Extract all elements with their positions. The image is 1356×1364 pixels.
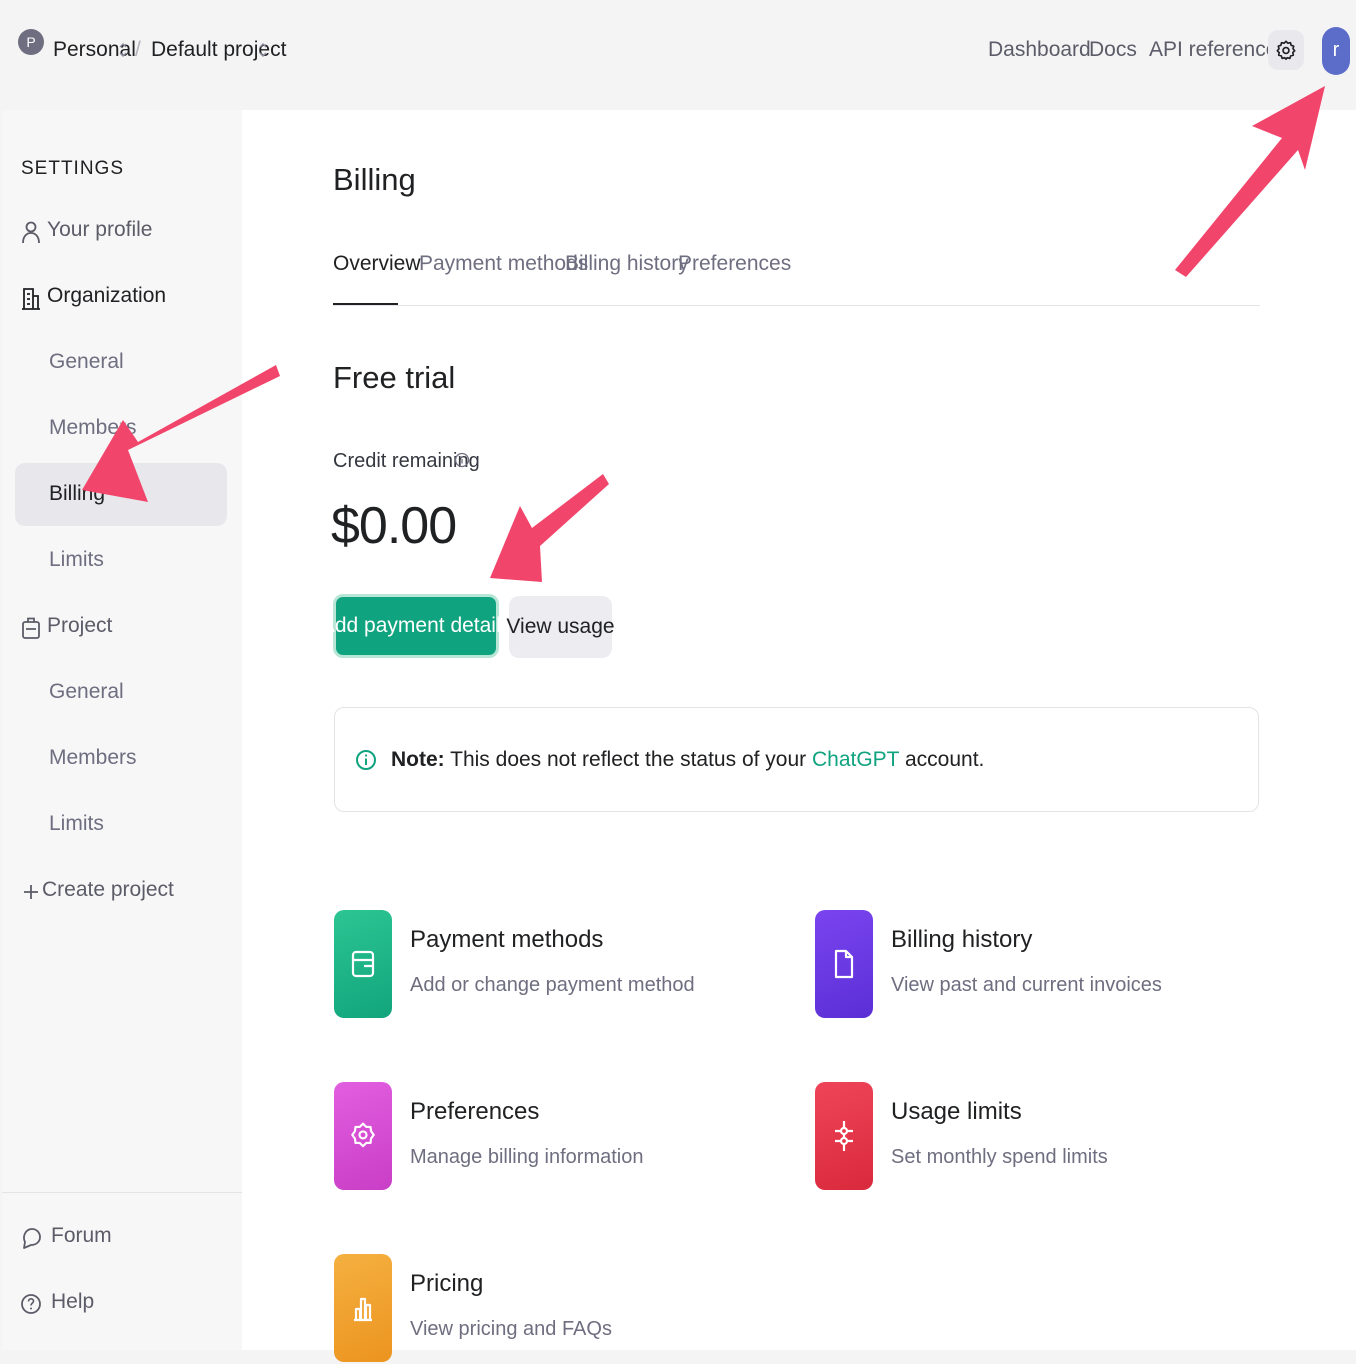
note-text: Note: This does not reflect the status o… bbox=[391, 748, 984, 772]
tabs-divider bbox=[333, 305, 1260, 306]
gear-icon bbox=[1276, 40, 1296, 60]
main-content: Billing Overview Payment methods Billing… bbox=[242, 110, 1356, 1362]
sidebar-item-label: Project bbox=[47, 614, 113, 637]
sidebar-heading: SETTINGS bbox=[21, 158, 125, 179]
nav-docs[interactable]: Docs bbox=[1089, 38, 1137, 62]
sliders-icon bbox=[835, 1121, 853, 1151]
tab-preferences[interactable]: Preferences bbox=[678, 252, 791, 276]
card-description: View past and current invoices bbox=[891, 974, 1162, 996]
building-icon bbox=[22, 288, 40, 310]
plus-icon bbox=[24, 885, 38, 899]
card-title: Billing history bbox=[891, 926, 1033, 953]
help-circle-icon bbox=[21, 1294, 41, 1314]
tab-billing-history[interactable]: Billing history bbox=[565, 252, 689, 276]
sidebar-item-project-members[interactable]: Members bbox=[49, 746, 137, 770]
breadcrumb-separator: / bbox=[135, 38, 141, 61]
card-icon-tile bbox=[334, 910, 392, 1018]
card-description: Add or change payment method bbox=[410, 974, 695, 996]
info-icon[interactable] bbox=[454, 449, 470, 471]
chevron-updown-icon[interactable] bbox=[118, 40, 128, 60]
card-description: Manage billing information bbox=[410, 1146, 644, 1168]
card-icon-tile bbox=[334, 1254, 392, 1362]
card-description: View pricing and FAQs bbox=[410, 1318, 612, 1340]
org-avatar[interactable]: P bbox=[18, 29, 44, 55]
card-title: Usage limits bbox=[891, 1098, 1022, 1125]
chart-icon bbox=[354, 1297, 372, 1322]
settings-button[interactable] bbox=[1268, 30, 1304, 70]
settings-sidebar: SETTINGS Your profile Organization Gener… bbox=[2, 110, 242, 1350]
sidebar-item-label: Forum bbox=[51, 1224, 112, 1247]
card-billing-history[interactable]: Billing history View past and current in… bbox=[815, 910, 1245, 1020]
add-payment-details-button[interactable]: Add payment details bbox=[321, 594, 511, 658]
wallet-icon bbox=[351, 950, 375, 978]
tab-payment-methods[interactable]: Payment methods bbox=[419, 252, 588, 276]
card-icon-tile bbox=[815, 910, 873, 1018]
active-tab-indicator bbox=[333, 303, 398, 305]
card-icon-tile bbox=[815, 1082, 873, 1190]
chatgpt-link[interactable]: ChatGPT bbox=[812, 748, 899, 771]
card-title: Payment methods bbox=[410, 926, 604, 953]
nav-api-reference[interactable]: API reference bbox=[1149, 38, 1277, 62]
credit-remaining-value: $0.00 bbox=[331, 497, 457, 555]
chevron-updown-icon[interactable] bbox=[258, 40, 268, 60]
sidebar-divider bbox=[2, 1192, 242, 1193]
card-preferences[interactable]: Preferences Manage billing information bbox=[334, 1082, 764, 1192]
document-icon bbox=[834, 949, 854, 979]
card-title: Pricing bbox=[410, 1270, 484, 1297]
sidebar-item-project-limits[interactable]: Limits bbox=[49, 812, 104, 836]
user-avatar[interactable]: r bbox=[1322, 27, 1350, 75]
tab-overview[interactable]: Overview bbox=[333, 252, 421, 276]
gear-icon bbox=[351, 1122, 375, 1148]
sidebar-item-org-members[interactable]: Members bbox=[49, 416, 137, 440]
sidebar-item-org-limits[interactable]: Limits bbox=[49, 548, 104, 572]
note-body: This does not reflect the status of your bbox=[444, 748, 812, 771]
sidebar-item-label: Help bbox=[51, 1290, 95, 1313]
chat-bubble-icon bbox=[23, 1228, 41, 1249]
card-icon-tile bbox=[334, 1082, 392, 1190]
sidebar-item-project-general[interactable]: General bbox=[49, 680, 124, 704]
nav-dashboard[interactable]: Dashboard bbox=[988, 38, 1091, 62]
user-icon bbox=[22, 221, 40, 244]
card-description: Set monthly spend limits bbox=[891, 1146, 1108, 1168]
sidebar-item-org-billing[interactable]: Billing bbox=[49, 482, 105, 506]
card-pricing[interactable]: Pricing View pricing and FAQs bbox=[334, 1254, 764, 1364]
view-usage-button[interactable]: View usage bbox=[506, 596, 615, 658]
note-banner: Note: This does not reflect the status o… bbox=[334, 707, 1259, 812]
card-title: Preferences bbox=[410, 1098, 540, 1125]
sidebar-item-org-general[interactable]: General bbox=[49, 350, 124, 374]
top-bar: P Personal / Default project Dashboard D… bbox=[0, 0, 1356, 106]
page-title: Billing bbox=[333, 162, 416, 197]
info-icon bbox=[356, 750, 376, 770]
sidebar-item-label: Create project bbox=[42, 878, 174, 901]
sidebar-item-label: Organization bbox=[47, 284, 167, 307]
card-payment-methods[interactable]: Payment methods Add or change payment me… bbox=[334, 910, 764, 1020]
sidebar-active-highlight bbox=[15, 463, 227, 526]
plan-title: Free trial bbox=[333, 360, 456, 395]
note-prefix: Note: bbox=[391, 748, 445, 771]
note-suffix: account. bbox=[899, 748, 985, 771]
briefcase-icon bbox=[22, 617, 40, 639]
card-usage-limits[interactable]: Usage limits Set monthly spend limits bbox=[815, 1082, 1245, 1192]
sidebar-item-label: Your profile bbox=[47, 218, 153, 241]
